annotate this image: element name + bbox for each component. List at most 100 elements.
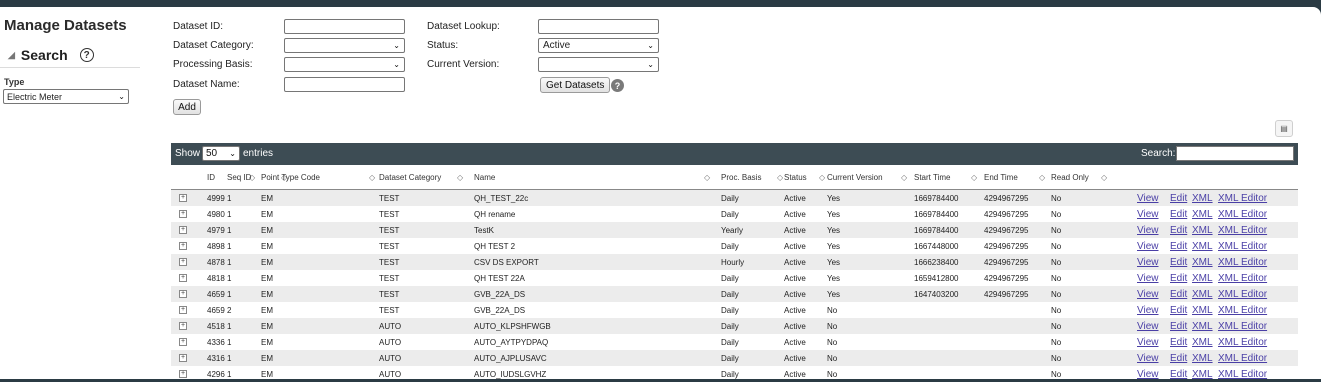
expand-row-icon[interactable]: + (179, 370, 187, 378)
processing-basis-select[interactable]: ⌄ (284, 57, 405, 72)
row-link-xml[interactable]: XML (1192, 238, 1213, 254)
column-header[interactable]: ID (207, 165, 215, 190)
sort-icon[interactable]: ◇ (777, 165, 783, 190)
column-header[interactable]: Proc. Basis (721, 165, 761, 190)
expand-row-icon[interactable]: + (179, 210, 187, 218)
row-link-view[interactable]: View (1137, 350, 1159, 366)
row-link-xml[interactable]: XML (1192, 206, 1213, 222)
expand-row-icon[interactable]: + (179, 274, 187, 282)
row-link-edit[interactable]: Edit (1170, 286, 1187, 302)
table-search-input[interactable] (1176, 146, 1294, 161)
sort-icon[interactable]: ◇ (901, 165, 907, 190)
table-cell: Active (784, 305, 806, 315)
row-link-view[interactable]: View (1137, 206, 1159, 222)
expand-row-icon[interactable]: + (179, 258, 187, 266)
row-link-edit[interactable]: Edit (1170, 366, 1187, 382)
collapse-triangle-icon: ◢ (8, 49, 15, 60)
sort-icon[interactable]: ◇ (971, 165, 977, 190)
sort-icon[interactable]: ◇ (819, 165, 825, 190)
sort-icon[interactable]: ◇ (704, 165, 710, 190)
row-link-view[interactable]: View (1137, 254, 1159, 270)
page-length-select[interactable]: 50 ⌄ (202, 146, 240, 161)
row-link-xml-editor[interactable]: XML Editor (1218, 238, 1267, 254)
status-select[interactable]: Active ⌄ (538, 38, 659, 53)
column-header[interactable]: Point Type Code (261, 165, 320, 190)
expand-row-icon[interactable]: + (179, 322, 187, 330)
row-link-xml[interactable]: XML (1192, 254, 1213, 270)
expand-row-icon[interactable]: + (179, 194, 187, 202)
expand-row-icon[interactable]: + (179, 306, 187, 314)
row-link-xml-editor[interactable]: XML Editor (1218, 318, 1267, 334)
row-link-xml[interactable]: XML (1192, 190, 1213, 206)
row-link-edit[interactable]: Edit (1170, 318, 1187, 334)
type-select[interactable]: Electric Meter ⌄ (3, 89, 129, 104)
row-link-edit[interactable]: Edit (1170, 270, 1187, 286)
get-datasets-button[interactable]: Get Datasets (540, 77, 611, 93)
row-link-xml-editor[interactable]: XML Editor (1218, 366, 1267, 382)
row-link-xml[interactable]: XML (1192, 366, 1213, 382)
row-link-edit[interactable]: Edit (1170, 190, 1187, 206)
row-link-xml-editor[interactable]: XML Editor (1218, 254, 1267, 270)
dataset-id-input[interactable] (284, 19, 405, 34)
expand-row-icon[interactable]: + (179, 354, 187, 362)
help-icon[interactable]: ? (79, 48, 94, 62)
row-link-view[interactable]: View (1137, 318, 1159, 334)
column-header[interactable]: Seq ID (227, 165, 251, 190)
row-link-view[interactable]: View (1137, 334, 1159, 350)
column-header[interactable]: Current Version (827, 165, 883, 190)
row-link-xml-editor[interactable]: XML Editor (1218, 334, 1267, 350)
row-link-xml[interactable]: XML (1192, 222, 1213, 238)
row-link-xml[interactable]: XML (1192, 302, 1213, 318)
help-icon[interactable]: ? (611, 79, 624, 92)
column-header[interactable]: End Time (984, 165, 1018, 190)
row-link-xml[interactable]: XML (1192, 334, 1213, 350)
table-header: ID ◇ Seq ID ◇ Point Type Code ◇ Dataset Catego… (171, 165, 1298, 190)
row-link-xml-editor[interactable]: XML Editor (1218, 270, 1267, 286)
dataset-category-select[interactable]: ⌄ (284, 38, 405, 53)
column-header[interactable]: Status (784, 165, 807, 190)
row-link-edit[interactable]: Edit (1170, 334, 1187, 350)
row-link-view[interactable]: View (1137, 366, 1159, 382)
row-link-view[interactable]: View (1137, 222, 1159, 238)
sort-icon[interactable]: ◇ (457, 165, 463, 190)
sort-icon[interactable]: ◇ (1101, 165, 1107, 190)
row-link-edit[interactable]: Edit (1170, 206, 1187, 222)
row-link-view[interactable]: View (1137, 238, 1159, 254)
expand-row-icon[interactable]: + (179, 338, 187, 346)
column-header[interactable]: Dataset Category (379, 165, 441, 190)
dataset-name-input[interactable] (284, 77, 405, 92)
row-link-xml-editor[interactable]: XML Editor (1218, 222, 1267, 238)
expand-row-icon[interactable]: + (179, 290, 187, 298)
row-link-edit[interactable]: Edit (1170, 254, 1187, 270)
row-link-edit[interactable]: Edit (1170, 302, 1187, 318)
row-link-edit[interactable]: Edit (1170, 222, 1187, 238)
row-link-xml-editor[interactable]: XML Editor (1218, 302, 1267, 318)
column-header[interactable]: Read Only (1051, 165, 1089, 190)
row-link-view[interactable]: View (1137, 302, 1159, 318)
row-link-view[interactable]: View (1137, 190, 1159, 206)
search-panel-toggle[interactable]: ◢ Search ? (8, 47, 94, 63)
column-header[interactable]: Start Time (914, 165, 950, 190)
table-cell: EM (261, 273, 273, 283)
row-link-xml[interactable]: XML (1192, 318, 1213, 334)
row-link-xml-editor[interactable]: XML Editor (1218, 206, 1267, 222)
sort-icon[interactable]: ◇ (1039, 165, 1045, 190)
row-link-xml[interactable]: XML (1192, 270, 1213, 286)
row-link-view[interactable]: View (1137, 286, 1159, 302)
expand-row-icon[interactable]: + (179, 226, 187, 234)
row-link-xml-editor[interactable]: XML Editor (1218, 286, 1267, 302)
column-header[interactable]: Name (474, 165, 495, 190)
dataset-lookup-input[interactable] (538, 19, 659, 34)
export-icon[interactable]: ▤ (1275, 120, 1293, 137)
row-link-edit[interactable]: Edit (1170, 238, 1187, 254)
expand-row-icon[interactable]: + (179, 242, 187, 250)
row-link-xml[interactable]: XML (1192, 286, 1213, 302)
row-link-edit[interactable]: Edit (1170, 350, 1187, 366)
row-link-xml-editor[interactable]: XML Editor (1218, 350, 1267, 366)
add-button[interactable]: Add (173, 99, 201, 115)
current-version-select[interactable]: ⌄ (538, 57, 659, 72)
row-link-xml-editor[interactable]: XML Editor (1218, 190, 1267, 206)
sort-icon[interactable]: ◇ (369, 165, 375, 190)
row-link-view[interactable]: View (1137, 270, 1159, 286)
row-link-xml[interactable]: XML (1192, 350, 1213, 366)
